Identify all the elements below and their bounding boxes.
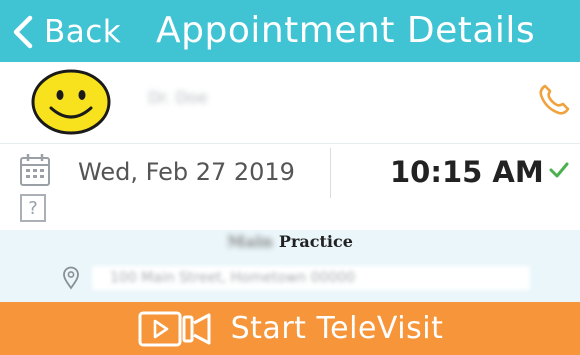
page-title: Appointment Details bbox=[156, 10, 536, 51]
phone-icon[interactable] bbox=[536, 82, 572, 118]
location-pin-icon bbox=[63, 266, 79, 290]
check-icon bbox=[549, 162, 569, 178]
video-camera-icon bbox=[138, 311, 211, 346]
back-button[interactable]: Back bbox=[8, 12, 121, 52]
calendar-icon bbox=[20, 154, 50, 186]
start-televisit-label: Start TeleVisit bbox=[230, 311, 444, 346]
chevron-left-icon bbox=[13, 15, 33, 49]
smiley-face-icon bbox=[31, 69, 111, 135]
practice-name-blurred: Main bbox=[227, 232, 273, 251]
back-label: Back bbox=[44, 14, 122, 50]
start-televisit-button[interactable]: Start TeleVisit bbox=[0, 302, 580, 355]
practice-label: Practice bbox=[278, 232, 353, 251]
appointment-date: Wed, Feb 27 2019 bbox=[78, 158, 295, 186]
vertical-divider bbox=[330, 148, 331, 198]
appointment-time: 10:15 AM bbox=[390, 155, 544, 189]
practice-address[interactable]: 100 Main Street, Hometown 00000 bbox=[92, 266, 530, 290]
app-header: Back Appointment Details bbox=[0, 0, 580, 62]
doctor-name: Dr. Doe bbox=[148, 88, 208, 107]
practice-name: Main Practice bbox=[0, 232, 580, 251]
help-icon[interactable]: ? bbox=[20, 194, 46, 222]
